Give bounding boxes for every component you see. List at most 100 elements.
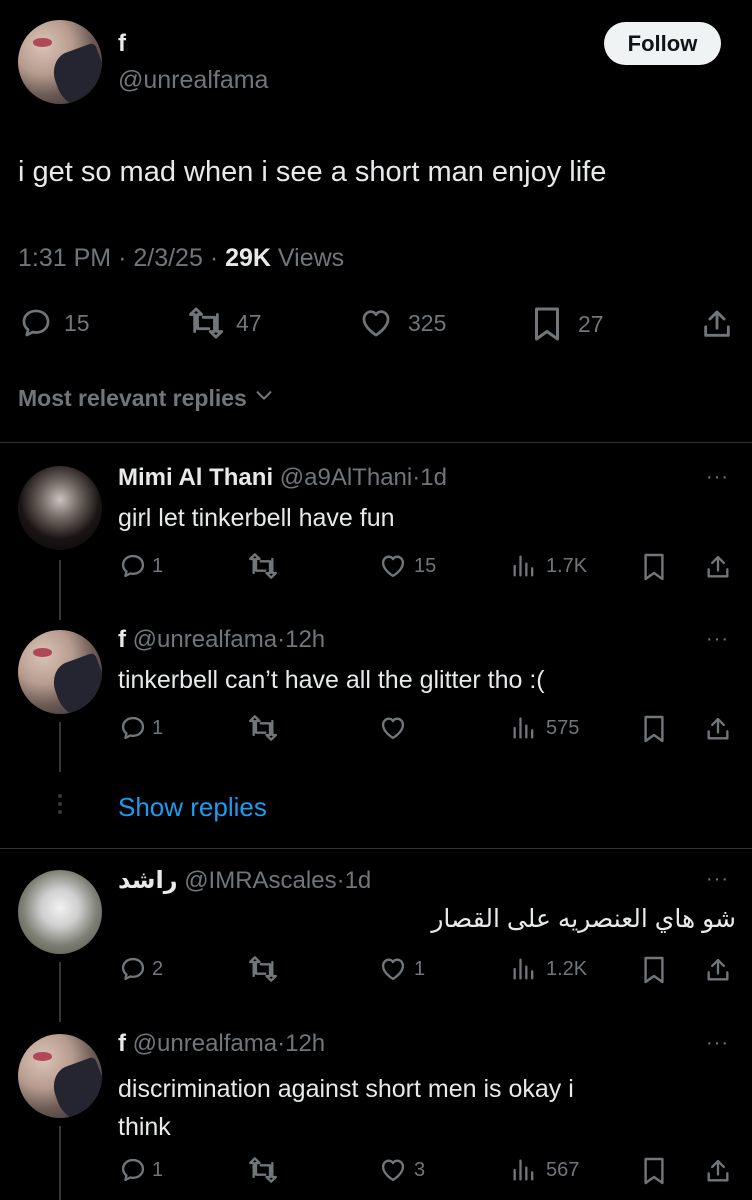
share-button[interactable] [704,1156,732,1186]
bookmark-icon [642,955,666,985]
reply-age[interactable]: 12h [285,1030,325,1057]
thread-dots [56,794,64,814]
more-icon[interactable]: ··· [706,1032,729,1055]
reply-count: 2 [152,957,164,980]
repost-button[interactable] [246,714,280,742]
views-button[interactable]: 1.7K [510,552,587,580]
share-icon [700,306,734,342]
reply-header: f @unrealfama·12h [118,626,325,654]
author-handle[interactable]: @unrealfama [118,66,268,95]
post-time[interactable]: 1:31 PM [18,244,111,272]
share-button[interactable] [700,306,734,342]
author-name[interactable]: f [118,30,126,58]
repost-icon [246,714,280,742]
repost-button[interactable]: 47 [186,306,262,340]
bookmark-button[interactable] [642,552,666,582]
separator: · [336,867,345,894]
share-button[interactable] [704,714,732,744]
views-count: 575 [546,716,580,739]
reply-button[interactable]: 15 [18,306,90,340]
repost-icon [246,955,280,983]
more-icon[interactable]: ··· [706,628,729,651]
repost-button[interactable] [246,552,280,580]
bookmark-icon [642,714,666,744]
reply-author-name[interactable]: f [118,1030,126,1057]
reply-author-name[interactable]: f [118,626,126,653]
reply-button[interactable]: 1 [118,1156,163,1184]
chevron-down-icon [253,384,275,412]
like-button[interactable]: 325 [358,306,446,340]
like-button[interactable]: 15 [378,552,436,580]
sort-dropdown[interactable]: Most relevant replies [18,384,275,412]
separator: · [209,244,219,272]
reply-header: f @unrealfama·12h [118,1030,325,1058]
heart-icon [378,552,408,580]
reply-avatar[interactable] [18,1034,102,1118]
reply-header: Mimi Al Thani @a9AlThani·1d [118,464,447,492]
thread-line [59,962,61,1022]
repost-button[interactable] [246,1156,280,1184]
like-button[interactable] [378,714,408,742]
reply-text: girl let tinkerbell have fun [118,504,395,532]
post-meta: 1:31 PM · 2/3/25 · 29K Views [18,244,344,273]
divider [0,442,752,443]
bookmark-button[interactable] [642,955,666,985]
show-replies-link[interactable]: Show replies [118,792,267,823]
reply-count: 1 [152,716,164,739]
reply-button[interactable]: 2 [118,955,163,983]
bookmark-button[interactable]: 27 [532,306,604,342]
views-button[interactable]: 567 [510,1156,579,1184]
reply-author-handle[interactable]: @unrealfama [133,1030,277,1057]
reply-button[interactable]: 1 [118,552,163,580]
reply-avatar[interactable] [18,870,102,954]
reply-avatar[interactable] [18,630,102,714]
share-button[interactable] [704,552,732,582]
repost-icon [246,552,280,580]
like-count: 325 [408,309,447,336]
thread-line [59,1126,61,1200]
reply-author-name[interactable]: راشد [118,867,178,894]
views-count: 567 [546,1158,580,1181]
reply-author-handle[interactable]: @unrealfama [133,626,277,653]
analytics-icon [510,552,538,580]
reply-button[interactable]: 1 [118,714,163,742]
reply-age[interactable]: 1d [345,867,372,894]
views-label: Views [277,244,345,272]
share-icon [704,714,732,744]
analytics-icon [510,955,538,983]
views-button[interactable]: 575 [510,714,579,742]
post-date[interactable]: 2/3/25 [133,244,203,272]
share-button[interactable] [704,955,732,985]
more-icon[interactable]: ··· [706,868,729,891]
reply-age[interactable]: 1d [420,464,447,491]
bookmark-icon [532,306,562,342]
reply-author-handle[interactable]: @IMRAscales [184,867,336,894]
heart-icon [378,955,408,983]
like-count: 3 [414,1158,426,1181]
reply-count: 15 [64,309,90,336]
reply-avatar[interactable] [18,466,102,550]
heart-icon [358,306,394,340]
reply-header: راشد @IMRAscales·1d [118,866,371,895]
reply-text: discrimination against short men is okay… [118,1070,574,1146]
bookmark-button[interactable] [642,1156,666,1186]
reply-author-name[interactable]: Mimi Al Thani [118,464,273,491]
follow-button[interactable]: Follow [604,22,721,65]
reply-age[interactable]: 12h [285,626,325,653]
reply-author-handle[interactable]: @a9AlThani [280,464,412,491]
share-icon [704,1156,732,1186]
repost-button[interactable] [246,955,280,983]
share-icon [704,955,732,985]
reply-text-line: discrimination against short men is okay… [118,1075,574,1103]
reply-icon [118,552,148,580]
like-button[interactable]: 1 [378,955,425,983]
author-avatar[interactable] [18,20,102,104]
separator: · [118,244,127,272]
like-button[interactable]: 3 [378,1156,425,1184]
reply-icon [118,955,148,983]
views-button[interactable]: 1.2K [510,955,587,983]
more-icon[interactable]: ··· [706,466,729,489]
bookmark-button[interactable] [642,714,666,744]
divider [0,848,752,849]
repost-icon [246,1156,280,1184]
